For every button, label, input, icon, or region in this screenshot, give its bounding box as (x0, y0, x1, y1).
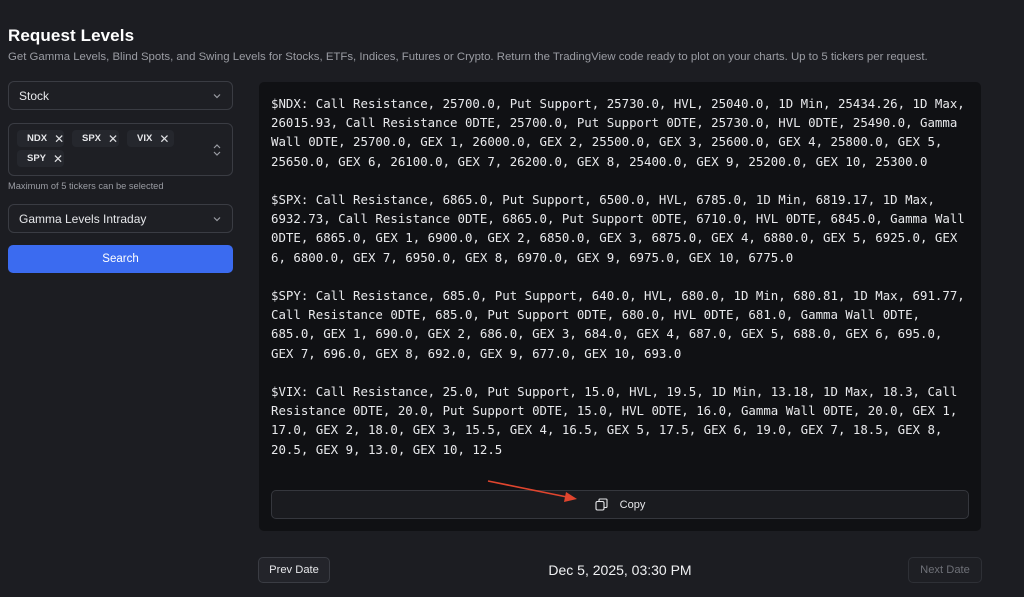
prev-date-button[interactable]: Prev Date (258, 557, 330, 583)
remove-ticker-icon[interactable]: ✕ (53, 153, 63, 165)
ticker-chip-label: NDX (27, 133, 48, 144)
date-navigation: Prev Date Dec 5, 2025, 03:30 PM Next Dat… (0, 555, 1024, 585)
level-type-select[interactable]: Gamma Levels Intraday (8, 204, 233, 233)
ticker-chip: SPY ✕ (17, 150, 64, 167)
chevron-down-icon (213, 216, 221, 221)
asset-type-value: Stock (19, 88, 50, 103)
page-subtitle: Get Gamma Levels, Blind Spots, and Swing… (8, 51, 928, 63)
tradingview-code-output[interactable]: $NDX: Call Resistance, 25700.0, Put Supp… (271, 94, 971, 478)
copy-button[interactable]: Copy (271, 490, 969, 519)
ticker-levels-block: $NDX: Call Resistance, 25700.0, Put Supp… (271, 96, 965, 169)
copy-icon (595, 498, 608, 511)
ticker-chip-label: SPX (82, 133, 102, 144)
chevron-down-icon (213, 93, 221, 98)
remove-ticker-icon[interactable]: ✕ (54, 133, 64, 145)
ticker-levels-block: $VIX: Call Resistance, 25.0, Put Support… (271, 384, 958, 457)
copy-label: Copy (619, 498, 646, 511)
ticker-chip: SPX ✕ (72, 130, 119, 147)
level-type-value: Gamma Levels Intraday (19, 211, 147, 226)
ticker-chip: NDX ✕ (17, 130, 64, 147)
asset-type-select[interactable]: Stock (8, 81, 233, 110)
page-header: Request Levels Get Gamma Levels, Blind S… (8, 26, 928, 63)
request-form: Stock NDX ✕ SPX ✕ VIX ✕ SPY ✕ Maximum of 5 t… (8, 81, 233, 273)
remove-ticker-icon[interactable]: ✕ (108, 133, 118, 145)
page-title: Request Levels (8, 26, 135, 45)
next-date-button[interactable]: Next Date (908, 557, 982, 583)
ticker-levels-block: $SPX: Call Resistance, 6865.0, Put Suppo… (271, 192, 965, 265)
chevron-up-down-icon[interactable] (212, 143, 222, 157)
ticker-chip-label: SPY (27, 153, 47, 164)
ticker-chip: VIX ✕ (127, 130, 174, 147)
output-panel: $NDX: Call Resistance, 25700.0, Put Supp… (259, 82, 981, 531)
search-button[interactable]: Search (8, 245, 233, 273)
ticker-multiselect[interactable]: NDX ✕ SPX ✕ VIX ✕ SPY ✕ (8, 123, 233, 176)
current-date: Dec 5, 2025, 03:30 PM (548, 562, 692, 578)
remove-ticker-icon[interactable]: ✕ (159, 133, 169, 145)
ticker-limit-hint: Maximum of 5 tickers can be selected (8, 181, 164, 191)
ticker-levels-block: $SPY: Call Resistance, 685.0, Put Suppor… (271, 288, 965, 361)
ticker-chip-label: VIX (137, 133, 153, 144)
